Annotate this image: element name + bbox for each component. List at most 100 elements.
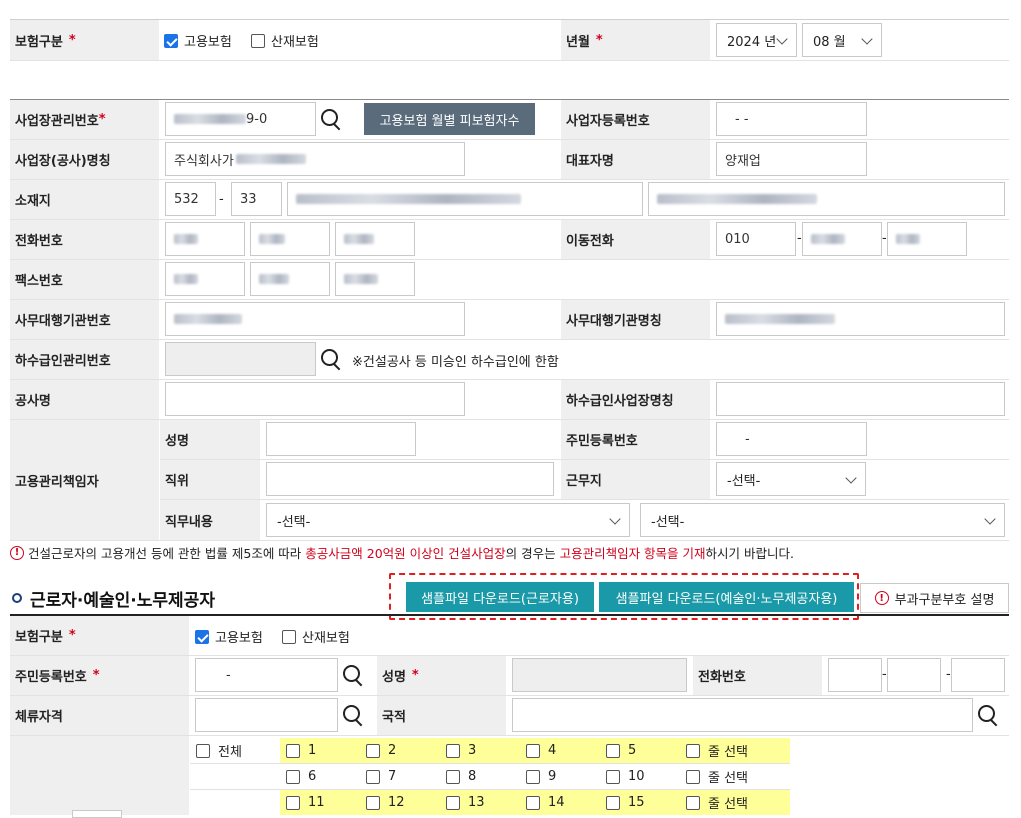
- select-all-checkbox[interactable]: 전체: [190, 738, 276, 763]
- checkbox-empty-icon[interactable]: [251, 33, 265, 48]
- checkbox-empty-icon[interactable]: [366, 769, 380, 784]
- checkbox-empty-icon[interactable]: [606, 795, 620, 810]
- phone3-input[interactable]: [335, 222, 415, 256]
- checkbox-empty-icon[interactable]: [526, 795, 540, 810]
- workplace-name-input[interactable]: 주식회사가: [165, 142, 465, 176]
- month-checkbox[interactable]: 15: [600, 790, 680, 815]
- manager-workplace-select[interactable]: -선택-: [716, 462, 866, 496]
- manager-duty-select-1[interactable]: -선택-: [266, 503, 630, 537]
- worker-phone-dash-1: -: [882, 667, 887, 682]
- year-select[interactable]: 2024 년: [716, 23, 797, 57]
- month-checkbox[interactable]: 6: [280, 764, 360, 789]
- manager-name-label: 성명: [160, 420, 260, 459]
- mgmt-no-input[interactable]: 9-0: [165, 102, 316, 136]
- checkbox-empty-icon[interactable]: [286, 795, 300, 810]
- address1-input[interactable]: [287, 182, 643, 216]
- month-checkbox[interactable]: 2: [360, 738, 440, 763]
- row-select-checkbox[interactable]: 줄 선택: [680, 764, 790, 789]
- checkbox-empty-icon[interactable]: [446, 743, 460, 758]
- checkbox-empty-icon[interactable]: [366, 795, 380, 810]
- month-checkbox[interactable]: 1: [280, 738, 360, 763]
- employment-insurance-checkbox[interactable]: 고용보험: [164, 31, 232, 50]
- sample-download-artist-button[interactable]: 샘플파일 다운로드(예술인·노무제공자용): [599, 582, 854, 612]
- phone1-input[interactable]: [165, 222, 245, 256]
- mobile2-input[interactable]: [802, 222, 882, 256]
- checkbox-empty-icon[interactable]: [526, 769, 540, 784]
- agency-no-input[interactable]: [165, 302, 465, 336]
- sub-workplace-input[interactable]: [716, 382, 1005, 416]
- checkbox-checked-icon[interactable]: [164, 33, 178, 48]
- checkbox-label: 4: [548, 743, 557, 758]
- industrial-insurance-checkbox[interactable]: 산재보험: [251, 31, 319, 50]
- row-select-checkbox[interactable]: 줄 선택: [680, 790, 790, 815]
- mgmt-no-search-button[interactable]: [314, 102, 348, 136]
- worker-rrn-input[interactable]: -: [195, 658, 338, 692]
- checkbox-empty-icon[interactable]: [446, 795, 460, 810]
- alert-icon: !: [874, 591, 889, 605]
- stay-status-input[interactable]: [195, 698, 338, 732]
- worker-phone-dash-2: -: [946, 667, 951, 682]
- worker-employment-checkbox[interactable]: 고용보험: [195, 627, 263, 646]
- stay-status-search-button[interactable]: [336, 698, 370, 732]
- worker-phone2-input[interactable]: [887, 658, 941, 692]
- agency-name-input[interactable]: [716, 302, 1005, 336]
- fax2-input[interactable]: [250, 262, 330, 296]
- checkbox-empty-icon[interactable]: [282, 629, 296, 644]
- checkbox-label: 6: [308, 769, 317, 784]
- monthly-insured-button[interactable]: 고용보험 월별 피보험자수: [364, 103, 535, 135]
- month-checkbox[interactable]: 12: [360, 790, 440, 815]
- nationality-search-button[interactable]: [971, 698, 1005, 732]
- month-checkbox[interactable]: 5: [600, 738, 680, 763]
- checkbox-empty-icon[interactable]: [606, 743, 620, 758]
- chevron-down-icon: [845, 472, 857, 484]
- manager-rrn-input[interactable]: -: [716, 422, 867, 456]
- checkbox-empty-icon[interactable]: [686, 743, 700, 758]
- fax1-input[interactable]: [165, 262, 245, 296]
- checkbox-empty-icon[interactable]: [286, 743, 300, 758]
- code-help-button[interactable]: ! 부과구분부호 설명: [860, 583, 1009, 613]
- checkbox-empty-icon[interactable]: [526, 743, 540, 758]
- month-checkbox[interactable]: 3: [440, 738, 520, 763]
- checkbox-empty-icon[interactable]: [196, 743, 210, 758]
- checkbox-empty-icon[interactable]: [286, 769, 300, 784]
- worker-rrn-search-button[interactable]: [336, 658, 370, 692]
- sample-download-worker-button[interactable]: 샘플파일 다운로드(근로자용): [406, 582, 594, 612]
- mobile-label: 이동전화: [561, 220, 710, 259]
- construction-name-input[interactable]: [165, 382, 465, 416]
- month-checkbox[interactable]: 4: [520, 738, 600, 763]
- worker-industrial-checkbox[interactable]: 산재보험: [282, 627, 350, 646]
- checkbox-empty-icon[interactable]: [606, 769, 620, 784]
- checkbox-empty-icon[interactable]: [446, 769, 460, 784]
- months-label-box: [72, 810, 122, 818]
- phone2-input[interactable]: [250, 222, 330, 256]
- month-checkbox[interactable]: 13: [440, 790, 520, 815]
- zip1-input[interactable]: 532: [165, 182, 216, 216]
- worker-phone1-input[interactable]: [828, 658, 882, 692]
- checkbox-checked-icon[interactable]: [195, 629, 209, 644]
- worker-phone3-input[interactable]: [951, 658, 1005, 692]
- nationality-input[interactable]: [512, 698, 973, 732]
- checkbox-empty-icon[interactable]: [686, 795, 700, 810]
- worker-phone-label: 전화번호: [693, 656, 822, 695]
- row-select-checkbox[interactable]: 줄 선택: [680, 738, 790, 763]
- month-checkbox[interactable]: 11: [280, 790, 360, 815]
- month-checkbox[interactable]: 9: [520, 764, 600, 789]
- zip2-input[interactable]: 33: [231, 182, 282, 216]
- manager-duty-select-2[interactable]: -선택-: [640, 503, 1005, 537]
- mobile1-input[interactable]: 010: [716, 222, 796, 256]
- month-checkbox[interactable]: 8: [440, 764, 520, 789]
- checkbox-empty-icon[interactable]: [686, 769, 700, 784]
- sub-mgmt-search-button[interactable]: [314, 342, 348, 376]
- manager-position-input[interactable]: [266, 462, 554, 496]
- checkbox-empty-icon[interactable]: [366, 743, 380, 758]
- mobile3-input[interactable]: [887, 222, 967, 256]
- address2-input[interactable]: [648, 182, 1005, 216]
- fax3-input[interactable]: [335, 262, 415, 296]
- month-select[interactable]: 08 월: [802, 23, 882, 57]
- month-checkbox[interactable]: 10: [600, 764, 680, 789]
- sub-mgmt-note: ※건설공사 등 미승인 하수급인에 한함: [352, 355, 559, 370]
- month-checkbox[interactable]: 7: [360, 764, 440, 789]
- manager-name-input[interactable]: [266, 422, 416, 456]
- month-checkbox[interactable]: 14: [520, 790, 600, 815]
- representative-input[interactable]: 양재업: [716, 142, 867, 176]
